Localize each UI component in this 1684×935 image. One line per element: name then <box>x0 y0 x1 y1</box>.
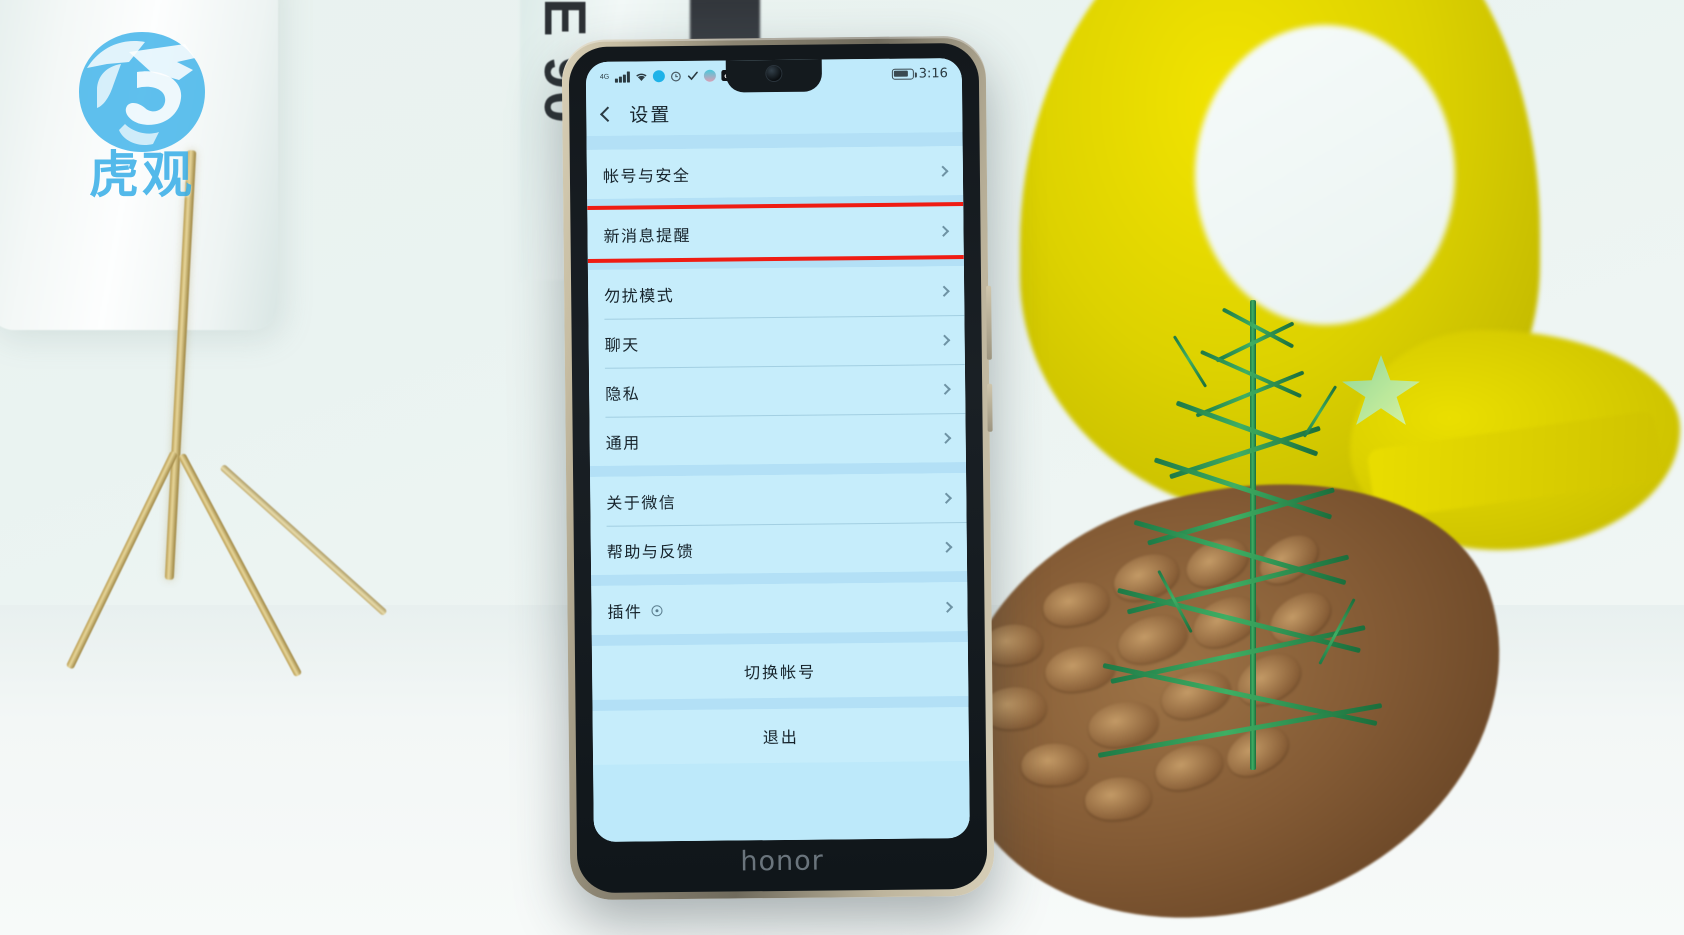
row-label: 帮助与反馈 <box>606 541 695 562</box>
info-dot-icon <box>651 605 663 617</box>
network-type-label: 4G <box>599 73 610 81</box>
chevron-right-icon <box>937 165 949 177</box>
row-label: 勿扰模式 <box>604 285 675 306</box>
tree-star-ornament <box>1342 355 1420 425</box>
settings-row-about-wechat[interactable]: 关于微信 <box>590 473 967 526</box>
settings-row-account-security[interactable]: 帐号与安全 <box>586 146 964 199</box>
front-camera-icon <box>766 65 782 82</box>
check-icon <box>687 70 699 82</box>
settings-group: 勿扰模式 聊天 隐私 通用 <box>587 266 966 466</box>
app-nav-bar: 设置 <box>586 88 962 136</box>
status-bar-right: 3:16 <box>891 65 948 82</box>
tiger-head-logo-icon <box>79 32 205 152</box>
wifi-icon <box>635 71 648 82</box>
settings-group: 新消息提醒 <box>586 201 970 264</box>
settings-list[interactable]: 帐号与安全 新消息提醒 勿扰模式 聊天 隐私 通用 关于微信 帮助与反馈 插件 … <box>586 132 970 842</box>
row-label: 新消息提醒 <box>603 225 692 246</box>
row-label: 帐号与安全 <box>602 165 691 186</box>
chevron-right-icon <box>940 432 952 444</box>
button-label: 切换帐号 <box>744 662 817 683</box>
phone-chin: honor <box>570 836 994 886</box>
settings-group: 帐号与安全 <box>586 146 964 199</box>
chevron-right-icon <box>939 334 951 346</box>
settings-row-plugins[interactable]: 插件 <box>591 582 968 635</box>
settings-row-general[interactable]: 通用 <box>589 413 966 466</box>
row-label: 聊天 <box>604 334 640 355</box>
button-label: 退出 <box>762 727 799 748</box>
chevron-right-icon <box>939 383 951 395</box>
banana-hole <box>1195 25 1455 325</box>
status-bar-clock: 3:16 <box>918 65 948 82</box>
wechat-settings-app: 4G ··· <box>585 58 970 842</box>
settings-row-chat[interactable]: 聊天 <box>588 315 965 368</box>
power-button[interactable] <box>987 383 993 432</box>
mini-christmas-tree <box>1097 300 1430 800</box>
back-chevron-icon[interactable] <box>600 105 616 122</box>
settings-row-privacy[interactable]: 隐私 <box>588 364 966 417</box>
settings-group: 关于微信 帮助与反馈 <box>590 473 968 575</box>
settings-row-help-feedback[interactable]: 帮助与反馈 <box>590 522 968 575</box>
settings-row-do-not-disturb[interactable]: 勿扰模式 <box>587 266 965 319</box>
chevron-right-icon <box>937 225 950 237</box>
phone-screen[interactable]: 4G ··· <box>585 58 970 842</box>
teal-dot-icon <box>703 69 716 82</box>
battery-icon <box>891 68 914 80</box>
honor-brand-logo: honor <box>740 845 824 877</box>
logout-button[interactable]: 退出 <box>592 707 970 765</box>
settings-group: 插件 <box>591 582 968 635</box>
blue-circle-icon <box>652 70 665 83</box>
chevron-right-icon <box>941 601 954 613</box>
planter-leg <box>219 463 388 617</box>
watermark-brand-text: 虎观 <box>89 146 195 204</box>
chevron-right-icon <box>938 285 950 297</box>
honor-phone: 4G ··· <box>561 35 995 901</box>
chevron-right-icon <box>940 492 952 504</box>
signal-bars-icon <box>615 71 630 83</box>
channel-watermark: 虎观 <box>52 28 232 223</box>
row-label: 通用 <box>605 432 641 453</box>
row-label: 插件 <box>607 601 643 622</box>
row-label: 隐私 <box>605 383 641 404</box>
chevron-right-icon <box>941 541 953 553</box>
row-label: 关于微信 <box>606 492 677 513</box>
page-title: 设置 <box>629 103 672 127</box>
alarm-icon <box>670 70 682 82</box>
switch-account-button[interactable]: 切换帐号 <box>591 642 969 700</box>
list-empty-area <box>593 761 970 842</box>
settings-row-new-message-alert[interactable]: 新消息提醒 <box>587 206 964 259</box>
volume-button[interactable] <box>986 285 992 360</box>
